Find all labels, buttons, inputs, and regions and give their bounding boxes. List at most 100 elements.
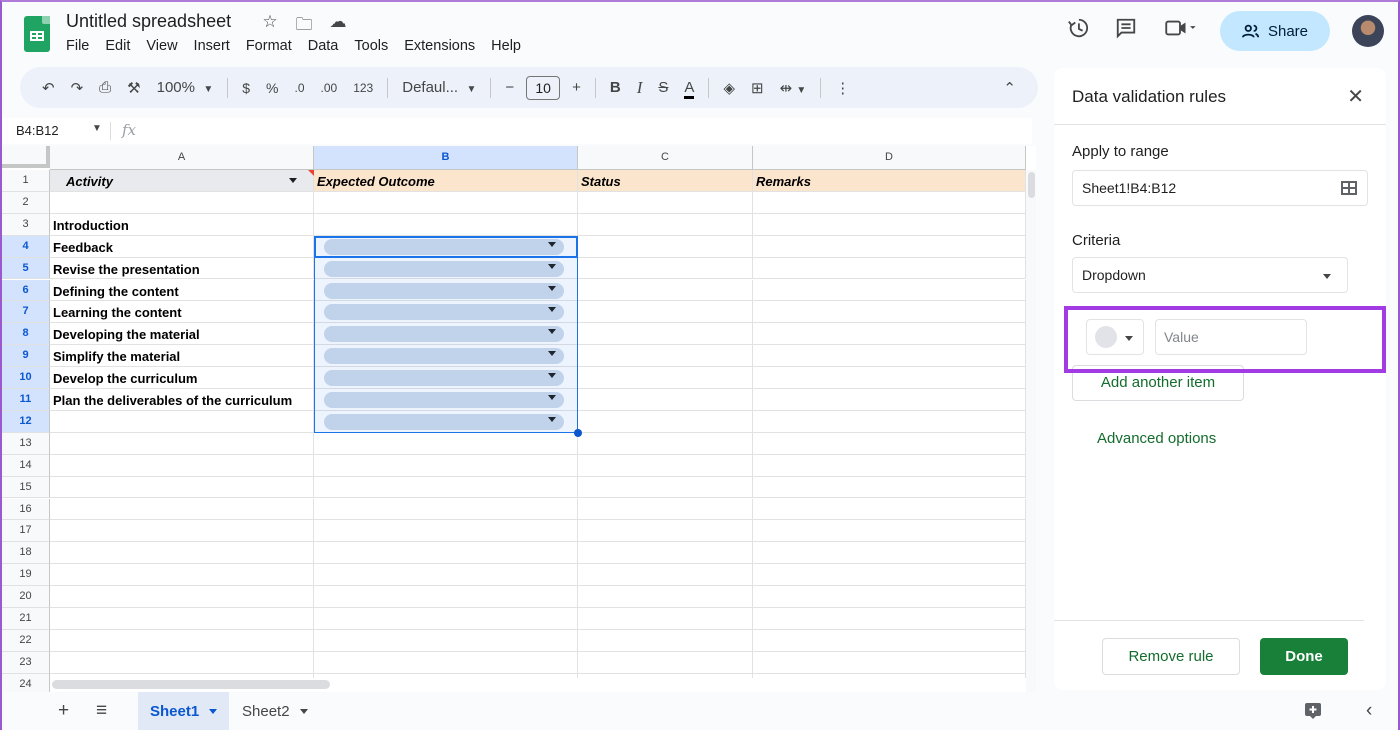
menu-edit[interactable]: Edit	[105, 38, 138, 54]
cell-a3[interactable]: Introduction	[50, 213, 314, 236]
dropdown-chip[interactable]	[324, 413, 564, 430]
name-box-dropdown-icon[interactable]: ▼	[92, 123, 102, 134]
strikethrough-button[interactable]: S	[650, 79, 676, 96]
criteria-select[interactable]: Dropdown	[1072, 257, 1348, 293]
cell-d12[interactable]	[753, 410, 1026, 433]
cell-c2[interactable]	[578, 191, 753, 214]
explore-icon[interactable]	[1304, 702, 1322, 725]
row-header[interactable]: 17	[2, 520, 50, 543]
font-size-input[interactable]: 10	[526, 75, 561, 100]
cell-d17[interactable]	[753, 520, 1026, 543]
row-header[interactable]: 13	[2, 432, 50, 455]
dropdown-chip[interactable]	[324, 370, 564, 387]
cell-c6[interactable]	[578, 279, 753, 302]
row-header[interactable]: 1	[2, 170, 50, 192]
cell-c20[interactable]	[578, 586, 753, 608]
cell-c16[interactable]	[578, 498, 753, 521]
vertical-scrollbar[interactable]	[1026, 170, 1036, 692]
cell-a14[interactable]	[50, 454, 314, 477]
row-header[interactable]: 21	[2, 608, 50, 630]
row-header[interactable]: 12	[2, 410, 50, 433]
cell-a4[interactable]: Feedback	[50, 235, 314, 258]
range-input[interactable]: Sheet1!B4:B12	[1072, 170, 1368, 206]
cell-c4[interactable]	[578, 235, 753, 258]
note-indicator-icon[interactable]	[308, 170, 314, 176]
cell-a11[interactable]: Plan the deliverables of the curriculum	[50, 389, 314, 411]
cell-b15[interactable]	[314, 476, 578, 499]
decrease-decimal-button[interactable]: .0	[287, 81, 313, 95]
cell-d5[interactable]	[753, 257, 1026, 280]
cell-a21[interactable]	[50, 608, 314, 630]
cell-d4[interactable]	[753, 235, 1026, 258]
cell-a23[interactable]	[50, 651, 314, 674]
cell-a12[interactable]	[50, 410, 314, 433]
dropdown-chip[interactable]	[324, 304, 564, 321]
cell-a10[interactable]: Develop the curriculum	[50, 367, 314, 389]
cell-b18[interactable]	[314, 542, 578, 565]
account-avatar[interactable]	[1352, 15, 1384, 47]
cell-d15[interactable]	[753, 476, 1026, 499]
cell-c21[interactable]	[578, 608, 753, 630]
cell-d6[interactable]	[753, 279, 1026, 302]
cell-d10[interactable]	[753, 367, 1026, 389]
increase-font-size-icon[interactable]: +	[564, 79, 589, 96]
collapse-side-panel-icon[interactable]: ‹	[1366, 700, 1372, 722]
row-header[interactable]: 23	[2, 651, 50, 674]
cell-d20[interactable]	[753, 586, 1026, 608]
spreadsheet-grid[interactable]: A B C D 1 Activity Expected Outcome Status Remar…	[2, 146, 1036, 692]
name-box[interactable]: B4:B12	[16, 123, 59, 138]
cell-a1[interactable]: Activity	[50, 170, 314, 192]
cell-b21[interactable]	[314, 608, 578, 630]
redo-icon[interactable]: ↷	[63, 79, 92, 97]
sheets-logo-icon[interactable]	[24, 16, 50, 52]
share-button[interactable]: Share	[1220, 11, 1330, 51]
cell-c19[interactable]	[578, 564, 753, 587]
cell-c8[interactable]	[578, 323, 753, 346]
menu-file[interactable]: File	[66, 38, 97, 54]
row-header[interactable]: 18	[2, 542, 50, 565]
column-header-a[interactable]: A	[50, 146, 314, 170]
cell-d21[interactable]	[753, 608, 1026, 630]
star-icon[interactable]: ☆	[260, 12, 280, 41]
horizontal-scrollbar-thumb[interactable]	[52, 680, 330, 689]
cell-c23[interactable]	[578, 651, 753, 674]
dropdown-chip[interactable]	[324, 326, 564, 343]
row-header[interactable]: 24	[2, 673, 50, 692]
row-header[interactable]: 5	[2, 257, 50, 280]
document-title[interactable]: Untitled spreadsheet	[66, 11, 231, 32]
cell-a13[interactable]	[50, 432, 314, 455]
cell-d3[interactable]	[753, 213, 1026, 236]
row-header[interactable]: 3	[2, 213, 50, 236]
cell-d19[interactable]	[753, 564, 1026, 587]
cell-d9[interactable]	[753, 345, 1026, 368]
sheet-tab-sheet2[interactable]: Sheet2	[230, 692, 320, 730]
row-header[interactable]: 10	[2, 367, 50, 389]
row-header[interactable]: 9	[2, 345, 50, 368]
cell-c7[interactable]	[578, 301, 753, 324]
cell-a16[interactable]	[50, 498, 314, 521]
cell-a15[interactable]	[50, 476, 314, 499]
row-header[interactable]: 14	[2, 454, 50, 477]
meet-icon[interactable]	[1150, 17, 1210, 45]
cell-a18[interactable]	[50, 542, 314, 565]
print-icon[interactable]: ⎙	[91, 79, 119, 96]
cell-d8[interactable]	[753, 323, 1026, 346]
fill-handle[interactable]	[574, 428, 582, 437]
cell-b19[interactable]	[314, 564, 578, 587]
cell-a9[interactable]: Simplify the material	[50, 345, 314, 368]
decrease-font-size-icon[interactable]: −	[497, 79, 522, 96]
cell-b2[interactable]	[314, 191, 578, 214]
cell-d2[interactable]	[753, 191, 1026, 214]
row-header[interactable]: 22	[2, 629, 50, 652]
cell-b22[interactable]	[314, 629, 578, 652]
row-header[interactable]: 15	[2, 476, 50, 499]
menu-format[interactable]: Format	[246, 38, 300, 54]
remove-rule-button[interactable]: Remove rule	[1102, 638, 1240, 675]
more-options-icon[interactable]: ⋮	[827, 79, 858, 97]
cell-a22[interactable]	[50, 629, 314, 652]
cell-b16[interactable]	[314, 498, 578, 521]
percent-format-button[interactable]: %	[258, 80, 286, 96]
cell-c15[interactable]	[578, 476, 753, 499]
select-range-icon[interactable]	[1341, 181, 1357, 195]
cell-b13[interactable]	[314, 432, 578, 455]
